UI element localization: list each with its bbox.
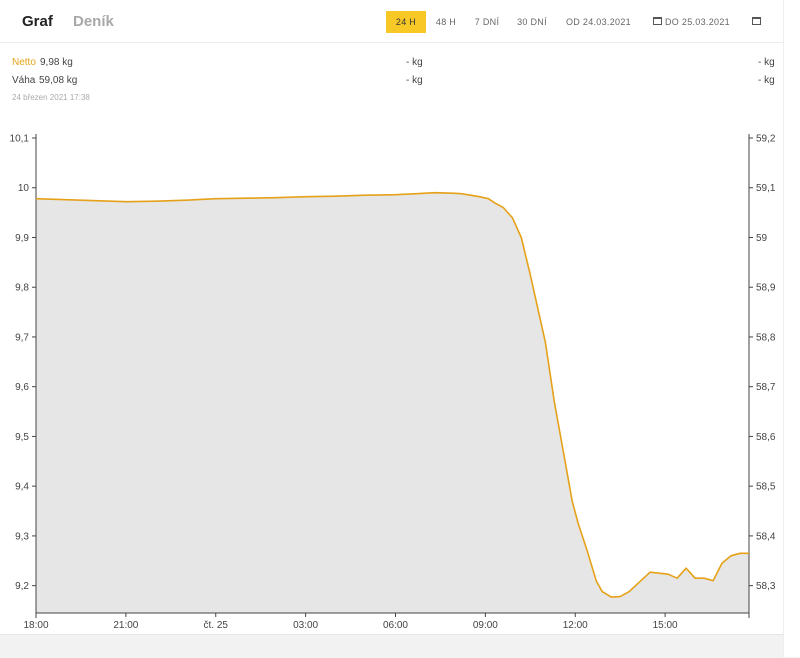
netto-right-value: - kg: [758, 57, 775, 68]
y-left-tick-label: 10: [18, 183, 30, 194]
top-bar: Graf Deník 24 H 48 H 7 DNÍ 30 DNÍ OD 24.…: [0, 0, 783, 43]
timestamp: 24 březen 2021 17:38: [12, 93, 90, 102]
tab-denik[interactable]: Deník: [73, 13, 114, 30]
x-tick-label: 09:00: [473, 620, 498, 631]
y-right-tick-label: 58,8: [756, 332, 776, 343]
netto-value: 9,98 kg: [40, 57, 73, 68]
range-7d-button[interactable]: 7 DNÍ: [469, 11, 505, 33]
range-30d-button[interactable]: 30 DNÍ: [512, 11, 552, 33]
y-left-tick-label: 9,5: [15, 432, 29, 443]
date-to-field[interactable]: DO 25.03.2021: [665, 11, 730, 33]
vaha-value: 59,08 kg: [39, 75, 78, 86]
y-left-tick-label: 9,6: [15, 382, 29, 393]
y-right-tick-label: 59: [756, 233, 768, 244]
vaha-compare-value: - kg: [406, 75, 423, 86]
y-left-tick-label: 9,4: [15, 482, 29, 493]
weight-chart: 10,1 10 9,9 9,8 9,7 9,6 9,5 9,4 9,3 9,2 59,2 59,1 59…: [10, 134, 776, 632]
x-tick-label: 06:00: [383, 620, 408, 631]
x-tick-label: 03:00: [293, 620, 318, 631]
netto-area: [36, 192, 749, 613]
x-tick-label: 18:00: [23, 620, 48, 631]
y-right-tick-label: 58,5: [756, 482, 776, 493]
date-from-field[interactable]: OD 24.03.2021: [566, 11, 631, 33]
x-tick-label: 15:00: [653, 620, 678, 631]
y-left-tick-label: 9,8: [15, 283, 29, 294]
x-tick-label: 21:00: [113, 620, 138, 631]
range-48h-button[interactable]: 48 H: [431, 11, 461, 33]
vaha-label: Váha: [12, 75, 36, 86]
y-right-tick-label: 58,3: [756, 581, 776, 592]
page-footer-band: [0, 634, 800, 658]
y-left-tick-label: 9,2: [15, 581, 29, 592]
netto-label: Netto: [12, 57, 36, 68]
y-left-tick-label: 9,3: [15, 531, 29, 542]
y-right-tick-label: 58,6: [756, 432, 776, 443]
calendar-icon: [653, 17, 662, 25]
y-right-tick-label: 58,9: [756, 283, 776, 294]
x-tick-label: 12:00: [563, 620, 588, 631]
netto-compare-value: - kg: [406, 57, 423, 68]
y-left-tick-label: 9,7: [15, 332, 29, 343]
y-left-tick-label: 9,9: [15, 233, 29, 244]
y-right-tick-label: 59,2: [756, 134, 776, 145]
x-tick-label: čt. 25: [204, 620, 229, 631]
y-right-tick-label: 58,7: [756, 382, 776, 393]
calendar-icon[interactable]: [752, 17, 761, 25]
tab-graf[interactable]: Graf: [22, 13, 53, 30]
y-left-tick-label: 10,1: [10, 134, 30, 145]
y-right-tick-label: 58,4: [756, 531, 776, 542]
scrollbar[interactable]: [783, 0, 800, 657]
vaha-right-value: - kg: [758, 75, 775, 86]
range-24h-button[interactable]: 24 H: [386, 11, 426, 33]
y-right-tick-label: 59,1: [756, 183, 776, 194]
